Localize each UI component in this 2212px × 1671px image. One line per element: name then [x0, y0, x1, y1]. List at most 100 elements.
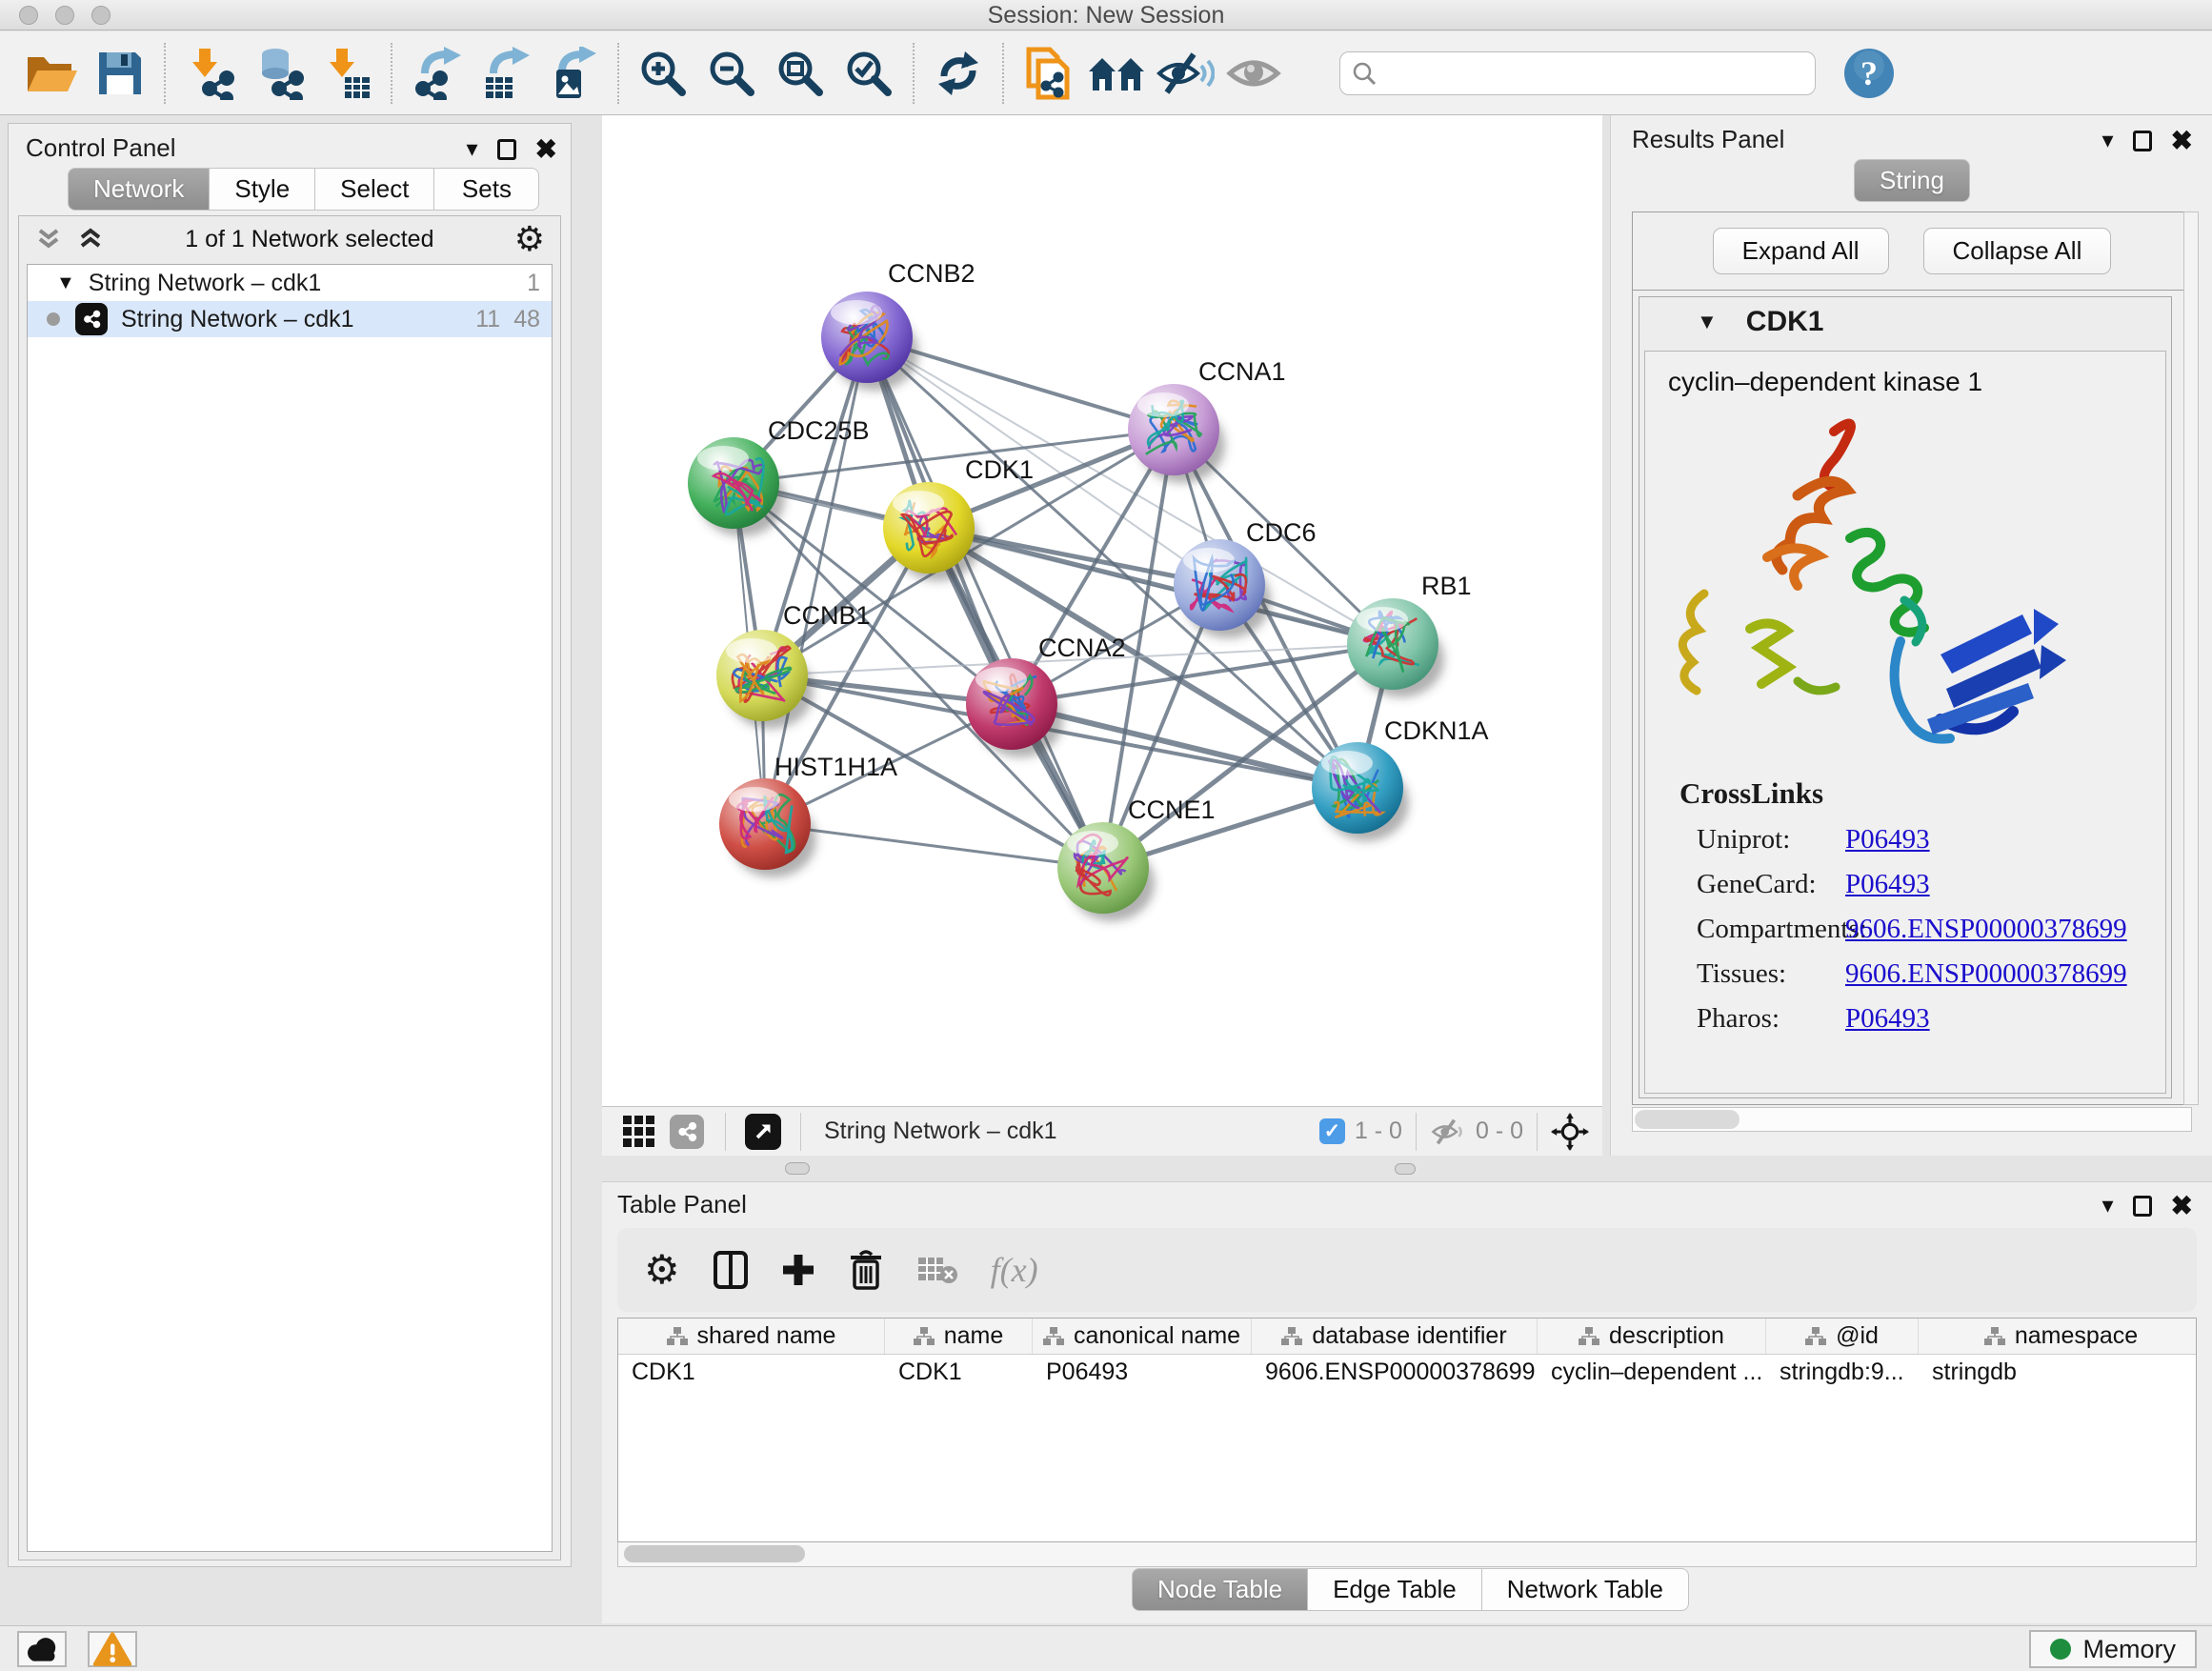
network-node-CCNB1[interactable]: CCNB1 — [716, 601, 871, 729]
collapse-all-icon[interactable] — [34, 225, 63, 253]
network-options-gear-icon[interactable]: ⚙ — [514, 222, 545, 256]
crosslink-link[interactable]: P06493 — [1845, 1003, 1930, 1035]
zoom-fit-button[interactable] — [766, 39, 835, 108]
import-network-database-button[interactable] — [244, 39, 312, 108]
column-header-label: namespace — [2015, 1322, 2138, 1350]
table-cell[interactable]: P06493 — [1033, 1355, 1252, 1390]
update-network-button[interactable] — [924, 39, 993, 108]
save-session-button[interactable] — [86, 39, 154, 108]
splitter-grip[interactable] — [785, 1162, 810, 1175]
collapse-all-button[interactable]: Collapse All — [1923, 228, 2112, 274]
panel-close-icon[interactable]: ✖ — [535, 136, 557, 163]
export-network-button[interactable] — [402, 39, 471, 108]
hide-selected-button[interactable] — [1151, 39, 1219, 108]
scrollbar-thumb[interactable] — [1635, 1110, 1739, 1129]
birds-eye-view-icon[interactable] — [623, 1116, 654, 1147]
show-columns-icon[interactable] — [713, 1250, 749, 1290]
network-node-CCNB2[interactable]: CCNB2 — [821, 259, 975, 391]
network-row[interactable]: String Network – cdk1 11 48 — [28, 301, 552, 337]
show-graphics-button[interactable] — [1219, 39, 1288, 108]
memory-button[interactable]: Memory — [2029, 1630, 2197, 1668]
import-table-file-button[interactable] — [312, 39, 381, 108]
network-edge-CCNB2-CCNE1[interactable] — [867, 337, 1103, 868]
center-view-icon[interactable] — [1551, 1113, 1589, 1151]
tab-sets[interactable]: Sets — [434, 168, 539, 211]
export-image-button[interactable] — [539, 39, 608, 108]
expand-all-icon[interactable] — [76, 225, 105, 253]
table-cell[interactable]: stringdb:9... — [1766, 1355, 1919, 1390]
column-header-database-identifier[interactable]: database identifier — [1252, 1319, 1538, 1354]
panel-menu-icon[interactable]: ▾ — [466, 135, 477, 163]
clone-network-button[interactable] — [1014, 39, 1082, 108]
table-cell[interactable]: CDK1 — [885, 1355, 1033, 1390]
selected-checkbox-icon[interactable]: ✓ — [1319, 1118, 1345, 1144]
table-cell[interactable]: CDK1 — [618, 1355, 885, 1390]
table-horizontal-scrollbar[interactable] — [617, 1542, 2197, 1567]
scrollbar-thumb[interactable] — [624, 1545, 805, 1562]
tab-node-table[interactable]: Node Table — [1132, 1568, 1308, 1611]
crosslink-link[interactable]: 9606.ENSP00000378699 — [1845, 914, 2127, 945]
network-edge-CCNB2-HIST1H1A[interactable] — [765, 337, 867, 824]
table-options-gear-icon[interactable]: ⚙ — [644, 1250, 680, 1290]
tab-style[interactable]: Style — [210, 168, 315, 211]
table-row[interactable]: CDK1CDK1P064939606.ENSP00000378699cyclin… — [618, 1355, 2196, 1390]
network-node-CDKN1A[interactable]: CDKN1A — [1312, 716, 1489, 841]
panel-close-icon[interactable]: ✖ — [2171, 128, 2193, 154]
network-collection-row[interactable]: ▼ String Network – cdk1 1 — [28, 265, 552, 301]
network-node-CCNE1[interactable]: CCNE1 — [1057, 795, 1216, 921]
network-edge-CCNA2-CDKN1A[interactable] — [1012, 704, 1357, 788]
export-table-button[interactable] — [471, 39, 539, 108]
network-node-RB1[interactable]: RB1 — [1347, 572, 1472, 697]
tab-network[interactable]: Network — [68, 168, 210, 211]
tab-string[interactable]: String — [1854, 159, 1970, 202]
table-cell[interactable]: stringdb — [1919, 1355, 2197, 1390]
splitter-grip[interactable] — [1395, 1163, 1416, 1175]
protein-section-header[interactable]: ▼ CDK1 — [1639, 297, 2171, 347]
import-network-file-button[interactable] — [175, 39, 244, 108]
crosslink-link[interactable]: P06493 — [1845, 869, 1930, 900]
delete-column-icon[interactable] — [848, 1249, 884, 1291]
cloud-status-button[interactable] — [17, 1631, 67, 1667]
tab-select[interactable]: Select — [315, 168, 434, 211]
panel-menu-icon[interactable]: ▾ — [2101, 127, 2113, 154]
network-node-CCNA1[interactable]: CCNA1 — [1128, 357, 1286, 483]
column-header-canonical-name[interactable]: canonical name — [1033, 1319, 1252, 1354]
string-home-button[interactable] — [1082, 39, 1151, 108]
main-toolbar: ? — [0, 31, 2212, 115]
network-share-icon[interactable] — [670, 1115, 704, 1149]
zoom-out-button[interactable] — [697, 39, 766, 108]
crosslink-link[interactable]: P06493 — [1845, 824, 1930, 856]
network-node-HIST1H1A[interactable]: HIST1H1A — [719, 753, 897, 877]
column-header-namespace[interactable]: namespace — [1919, 1319, 2197, 1354]
add-column-icon[interactable] — [781, 1253, 815, 1287]
network-node-CDK1[interactable]: CDK1 — [883, 455, 1034, 581]
zoom-selected-button[interactable] — [835, 39, 903, 108]
column-header-name[interactable]: name — [885, 1319, 1033, 1354]
panel-float-icon[interactable] — [2133, 131, 2152, 151]
section-caret-icon[interactable]: ▼ — [1697, 310, 1718, 334]
expand-all-button[interactable]: Expand All — [1713, 228, 1889, 274]
warnings-button[interactable] — [88, 1631, 137, 1667]
table-cell[interactable]: 9606.ENSP00000378699 — [1252, 1355, 1538, 1390]
search-input[interactable] — [1384, 59, 1803, 88]
tab-network-table[interactable]: Network Table — [1482, 1568, 1689, 1611]
open-session-button[interactable] — [17, 39, 86, 108]
column-header-shared-name[interactable]: shared name — [618, 1319, 885, 1354]
tree-caret-icon[interactable]: ▼ — [56, 272, 75, 294]
panel-menu-icon[interactable]: ▾ — [2101, 1192, 2113, 1219]
panel-float-icon[interactable] — [497, 139, 516, 160]
tab-edge-table[interactable]: Edge Table — [1308, 1568, 1482, 1611]
panel-close-icon[interactable]: ✖ — [2171, 1193, 2193, 1219]
panel-float-icon[interactable] — [2133, 1196, 2152, 1217]
open-in-window-icon[interactable] — [745, 1114, 781, 1150]
column-header--id[interactable]: @id — [1766, 1319, 1919, 1354]
table-cell[interactable]: cyclin–dependent ... — [1538, 1355, 1766, 1390]
zoom-in-button[interactable] — [629, 39, 697, 108]
results-horizontal-scrollbar[interactable] — [1632, 1107, 2192, 1132]
help-button[interactable]: ? — [1842, 47, 1896, 100]
network-edge-CDK1-RB1[interactable] — [929, 528, 1393, 644]
network-canvas[interactable]: CCNB2CCNA1CDC25BCDK1CDC6RB1CCNB1CCNA2CDK… — [602, 115, 1602, 1106]
crosslink-link[interactable]: 9606.ENSP00000378699 — [1845, 958, 2127, 990]
column-header-description[interactable]: description — [1538, 1319, 1766, 1354]
results-vertical-scrollbar[interactable] — [2183, 211, 2199, 1105]
